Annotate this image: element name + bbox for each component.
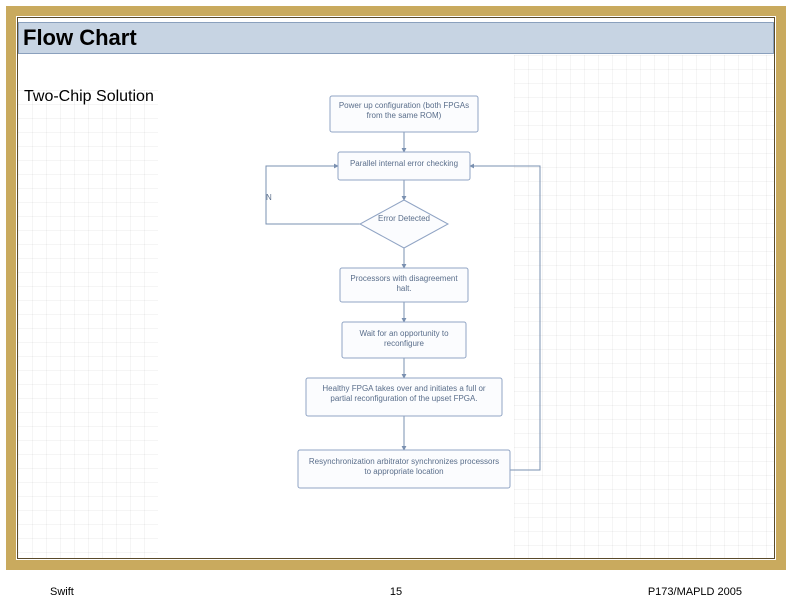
footer-left: Swift bbox=[50, 586, 74, 598]
page-title: Flow Chart bbox=[23, 25, 137, 51]
edge-no-label: N bbox=[266, 193, 272, 202]
node-halt-label: Processors with disagreement halt. bbox=[342, 270, 466, 297]
slide: Flow Chart Two-Chip Solution bbox=[0, 0, 792, 612]
node-parallel-label: Parallel internal error checking bbox=[340, 154, 468, 174]
node-resync-label: Resynchronization arbitrator synchronize… bbox=[300, 452, 508, 481]
subtitle: Two-Chip Solution bbox=[24, 88, 154, 106]
flowchart-svg: N Power up configuration (both FPGAs fro… bbox=[244, 90, 564, 540]
title-bar: Flow Chart bbox=[18, 22, 774, 54]
node-error-label: Error Detected bbox=[364, 214, 444, 224]
node-powerup-label: Power up configuration (both FPGAs from … bbox=[332, 98, 476, 123]
flowchart: N Power up configuration (both FPGAs fro… bbox=[244, 90, 564, 540]
footer-page-number: 15 bbox=[390, 586, 402, 598]
node-wait-label: Wait for an opportunity to reconfigure bbox=[344, 324, 464, 353]
footer-right: P173/MAPLD 2005 bbox=[648, 586, 742, 598]
footer: Swift 15 P173/MAPLD 2005 bbox=[0, 582, 792, 602]
grid-bg-left bbox=[18, 90, 158, 558]
node-takeover-label: Healthy FPGA takes over and initiates a … bbox=[308, 380, 500, 407]
